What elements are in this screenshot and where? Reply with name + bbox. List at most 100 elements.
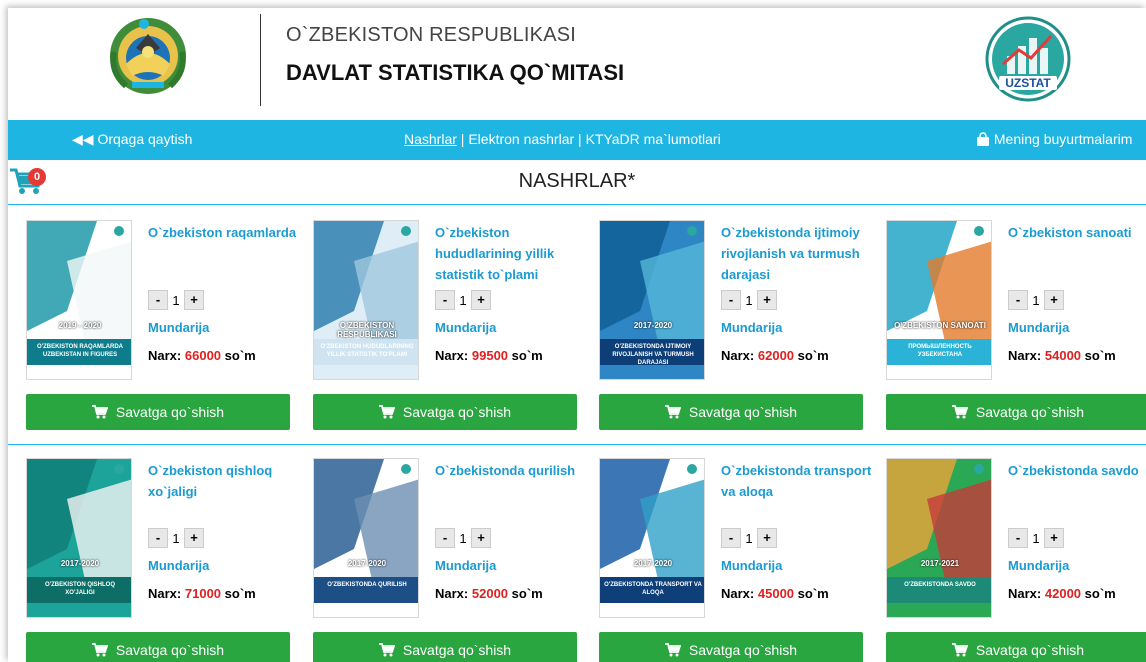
decrease-qty-button[interactable]: - — [1008, 528, 1028, 548]
increase-qty-button[interactable]: + — [471, 528, 491, 548]
contents-link[interactable]: Mundarija — [721, 558, 782, 573]
quantity-value[interactable]: 1 — [1028, 531, 1044, 546]
price-amount: 71000 — [184, 586, 222, 601]
book-cover[interactable]: 2017-2021 O'ZBEKISTONDA SAVDO — [886, 458, 992, 618]
add-to-cart-button[interactable]: Savatga qo`shish — [313, 632, 577, 662]
quantity-value[interactable]: 1 — [455, 293, 471, 308]
increase-qty-button[interactable]: + — [184, 528, 204, 548]
header-title: DAVLAT STATISTIKA QO`MITASI — [286, 60, 625, 85]
book-cover[interactable]: 2017-2020 O'ZBEKISTONDA QURILISH — [313, 458, 419, 618]
nav-link-nashrlar[interactable]: Nashrlar — [404, 131, 457, 147]
product-title[interactable]: O`zbekiston qishloq xo`jaligi — [148, 460, 300, 502]
increase-qty-button[interactable]: + — [184, 290, 204, 310]
quantity-value[interactable]: 1 — [455, 531, 471, 546]
quantity-value[interactable]: 1 — [741, 293, 757, 308]
decrease-qty-button[interactable]: - — [148, 290, 168, 310]
contents-link[interactable]: Mundarija — [1008, 320, 1069, 335]
uzstat-logo-icon[interactable]: UZSTAT — [985, 16, 1071, 102]
book-cover[interactable]: O'ZBEKISTON SANOATI ПРОМЫШЛЕННОСТЬ УЗБЕКИ… — [886, 220, 992, 380]
cover-year-text: 2017-2020 — [347, 559, 387, 568]
price-amount: 99500 — [471, 348, 509, 363]
contents-link[interactable]: Mundarija — [148, 320, 209, 335]
quantity-value[interactable]: 1 — [168, 531, 184, 546]
decrease-qty-button[interactable]: - — [1008, 290, 1028, 310]
product-title[interactable]: O`zbekistonda savdo — [1008, 460, 1146, 481]
add-to-cart-button[interactable]: Savatga qo`shish — [599, 632, 863, 662]
section-divider — [8, 204, 1146, 205]
contents-link[interactable]: Mundarija — [435, 320, 496, 335]
cover-title-text: O'ZBEKISTON RAQAMLARDA UZBEKISTAN IN FIG… — [37, 344, 123, 358]
product-title[interactable]: O`zbekistonda transport va aloqa — [721, 460, 873, 502]
main-nav: ◀◀ Orqaga qaytish Nashrlar | Elektron na… — [8, 120, 1146, 160]
quantity-value[interactable]: 1 — [741, 531, 757, 546]
increase-qty-button[interactable]: + — [1044, 290, 1064, 310]
contents-link[interactable]: Mundarija — [148, 558, 209, 573]
price-label: Narx: — [1008, 586, 1042, 601]
contents-link[interactable]: Mundarija — [721, 320, 782, 335]
my-orders-link[interactable]: Mening buyurtmalarim — [976, 131, 1132, 147]
price-currency: so`m — [511, 348, 543, 363]
product-price: Narx: 99500 so`m — [435, 348, 543, 363]
increase-qty-button[interactable]: + — [1044, 528, 1064, 548]
nav-link-elektron-nashrlar[interactable]: Elektron nashrlar — [468, 131, 574, 147]
product-title[interactable]: O`zbekistonda ijtimoiy rivojlanish va tu… — [721, 222, 873, 285]
book-cover[interactable]: 2017-2020 O'ZBEKISTONDA IJTIMOIY RIVOJLAN… — [599, 220, 705, 380]
add-to-cart-label: Savatga qo`shish — [688, 642, 798, 658]
add-to-cart-button[interactable]: Savatga qo`shish — [26, 632, 290, 662]
cart-icon — [91, 404, 108, 419]
product-title[interactable]: O`zbekiston hududlarining yillik statist… — [435, 222, 587, 285]
decrease-qty-button[interactable]: - — [148, 528, 168, 548]
contents-link[interactable]: Mundarija — [435, 558, 496, 573]
nav-link-ktyadr[interactable]: KTYaDR ma`lumotlari — [586, 131, 721, 147]
add-to-cart-button[interactable]: Savatga qo`shish — [599, 394, 863, 430]
price-currency: so`m — [797, 586, 829, 601]
add-to-cart-button[interactable]: Savatga qo`shish — [26, 394, 290, 430]
decrease-qty-button[interactable]: - — [721, 528, 741, 548]
page-title: NASHRLAR* — [518, 170, 636, 192]
book-cover[interactable]: 2017-2020 O'ZBEKISTONDA TRANSPORT VA ALOQ… — [599, 458, 705, 618]
cart-icon — [664, 404, 681, 419]
price-label: Narx: — [721, 586, 755, 601]
add-to-cart-button[interactable]: Savatga qo`shish — [886, 394, 1146, 430]
add-to-cart-label: Savatga qo`shish — [975, 404, 1085, 420]
contents-link[interactable]: Mundarija — [1008, 558, 1069, 573]
price-amount: 54000 — [1044, 348, 1082, 363]
price-currency: so`m — [797, 348, 829, 363]
price-amount: 62000 — [757, 348, 795, 363]
book-cover[interactable]: 2017-2020 O'ZBEKISTON QISHLOQ XO'JALIGI — [26, 458, 132, 618]
back-link[interactable]: ◀◀ Orqaga qaytish — [72, 131, 192, 148]
header-subtitle: O`ZBEKISTON RESPUBLIKASI — [286, 24, 577, 46]
quantity-value[interactable]: 1 — [1028, 293, 1044, 308]
quantity-stepper: -1 + — [721, 290, 777, 312]
book-cover[interactable]: O'ZBEKISTON RESPUBLIKASI O'ZBEKISTON HUDU… — [313, 220, 419, 380]
site-header: O`ZBEKISTON RESPUBLIKASI DAVLAT STATISTI… — [8, 8, 1146, 120]
cover-year-text: O'ZBEKISTON RESPUBLIKASI — [337, 321, 397, 339]
back-arrows-icon: ◀◀ — [72, 131, 94, 147]
book-cover-art — [887, 459, 991, 603]
book-cover[interactable]: 2019 - 2020 O'ZBEKISTON RAQAMLARDA UZBEKI… — [26, 220, 132, 380]
add-to-cart-button[interactable]: Savatga qo`shish — [886, 632, 1146, 662]
cover-year-text: 2017-2021 — [920, 559, 960, 568]
product-title[interactable]: O`zbekiston sanoati — [1008, 222, 1146, 243]
quantity-stepper: -1 + — [1008, 290, 1064, 312]
back-link-label: Orqaga qaytish — [97, 131, 193, 147]
quantity-value[interactable]: 1 — [168, 293, 184, 308]
quantity-stepper: -1 + — [148, 528, 204, 550]
increase-qty-button[interactable]: + — [757, 528, 777, 548]
product-title[interactable]: O`zbekistonda qurilish — [435, 460, 587, 481]
quantity-stepper: -1 + — [1008, 528, 1064, 550]
add-to-cart-label: Savatga qo`shish — [115, 404, 225, 420]
product-title[interactable]: O`zbekiston raqamlarda — [148, 222, 300, 243]
decrease-qty-button[interactable]: - — [435, 528, 455, 548]
increase-qty-button[interactable]: + — [757, 290, 777, 310]
decrease-qty-button[interactable]: - — [435, 290, 455, 310]
add-to-cart-button[interactable]: Savatga qo`shish — [313, 394, 577, 430]
price-label: Narx: — [1008, 348, 1042, 363]
cart-icon — [91, 642, 108, 657]
increase-qty-button[interactable]: + — [471, 290, 491, 310]
price-amount: 45000 — [757, 586, 795, 601]
product-price: Narx: 66000 so`m — [148, 348, 256, 363]
add-to-cart-label: Savatga qo`shish — [402, 404, 512, 420]
product-price: Narx: 54000 so`m — [1008, 348, 1116, 363]
decrease-qty-button[interactable]: - — [721, 290, 741, 310]
